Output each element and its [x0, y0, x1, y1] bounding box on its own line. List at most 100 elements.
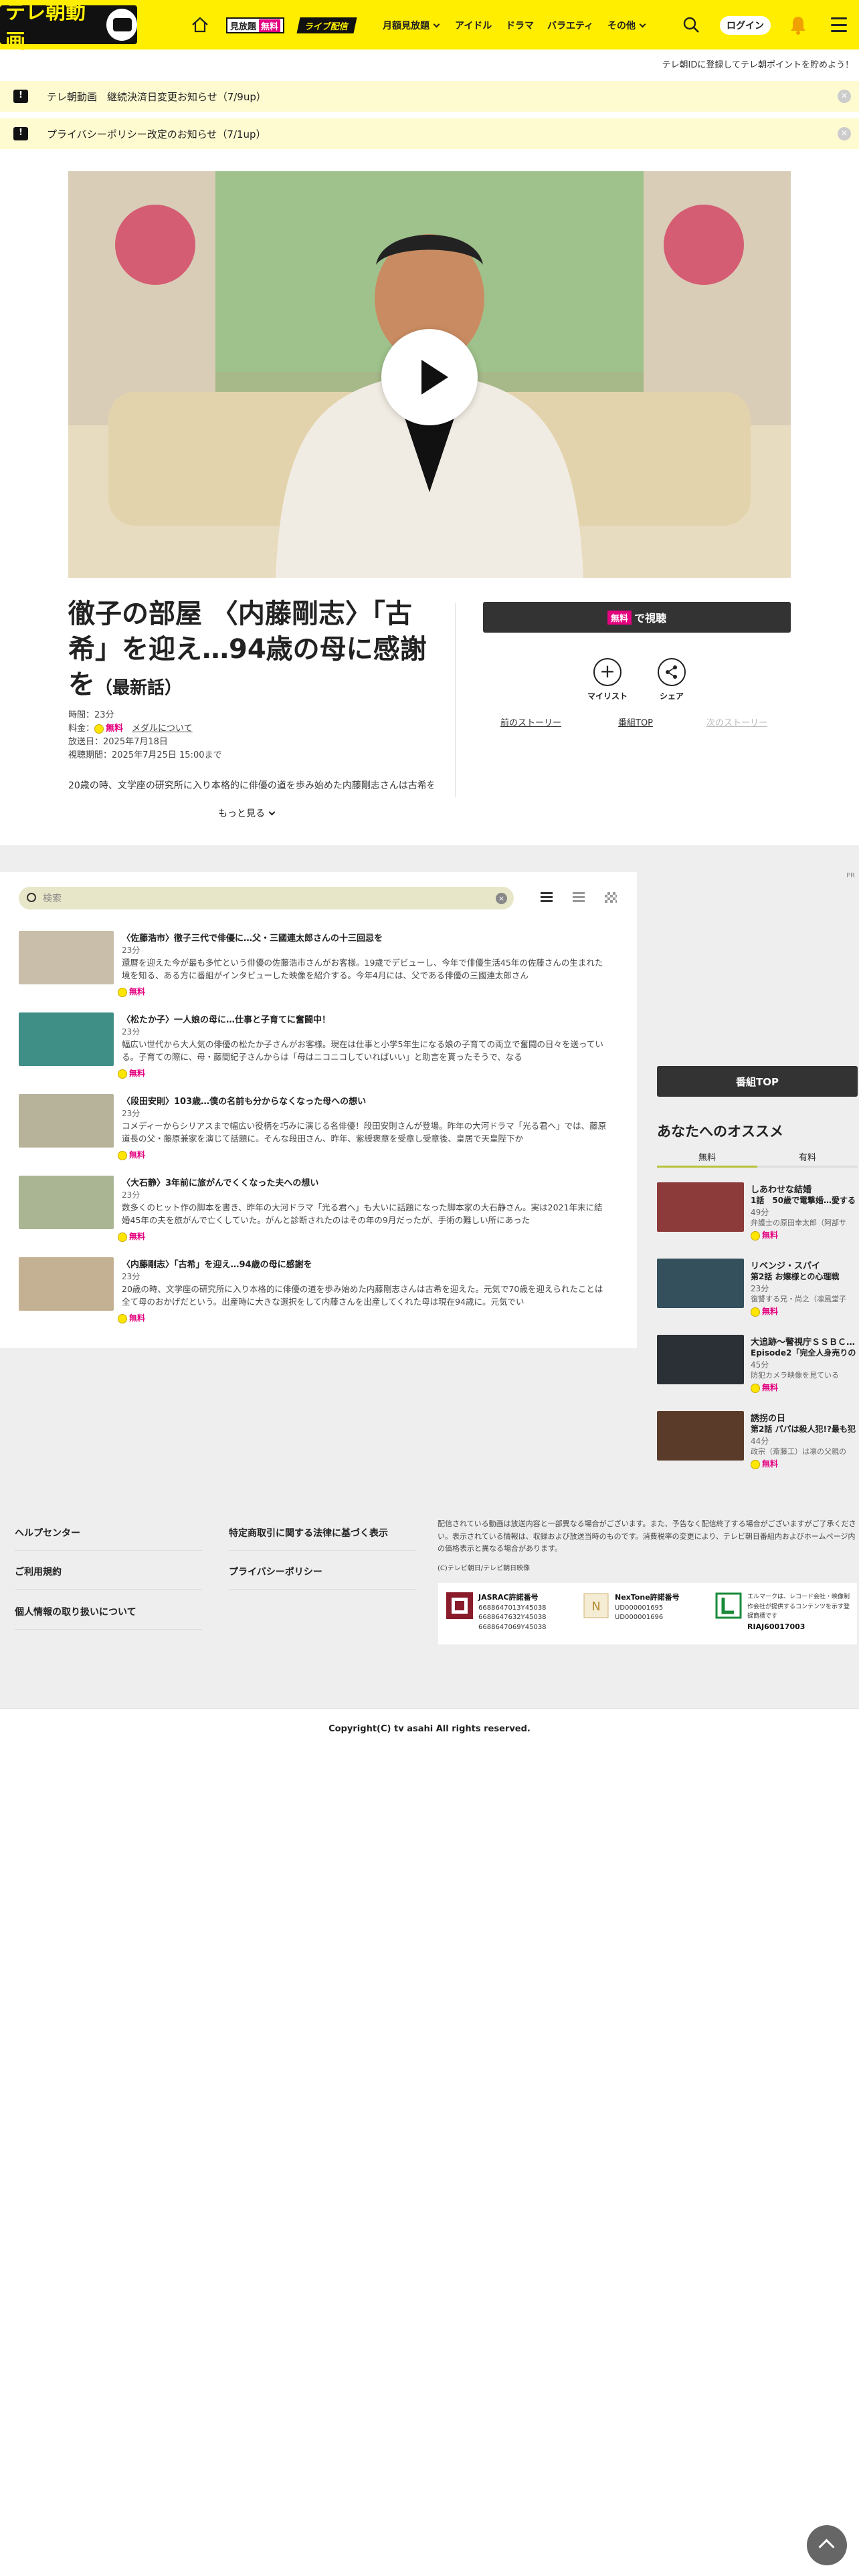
viewing-period: 視聴期間：2025年7月25日 15:00まで [68, 750, 222, 760]
price-tag: 無料 [118, 1149, 145, 1160]
promo-text[interactable]: テレ朝IDに登録してテレ朝ポイントを貯めよう！ [662, 58, 854, 70]
live-button[interactable]: ライブ配信 [296, 17, 357, 33]
coin-icon [118, 987, 127, 997]
clear-icon[interactable]: × [496, 893, 507, 904]
menu-icon[interactable] [831, 17, 847, 32]
episode-thumbnail [19, 1012, 114, 1066]
detail-view-icon[interactable] [573, 892, 585, 903]
mitehodai-button[interactable]: 見放題 無料 [226, 17, 285, 33]
price-row: 料金： 無料 メダルについて [68, 724, 193, 734]
svg-text:N: N [591, 1600, 600, 1614]
recommend-tabs: 無料 有料 [657, 1145, 858, 1168]
episode-item-desc: 幅広い世代から大人気の俳優の松たか子さんがお客様。現在は仕事と小学5年生になる娘… [122, 1039, 603, 1063]
footer-link-tokusho[interactable]: 特定商取引に関する法律に基づく表示 [229, 1526, 388, 1539]
nav-other[interactable]: その他 [607, 19, 646, 32]
divider [15, 1589, 202, 1590]
footer-link-privacy-policy[interactable]: プライバシーポリシー [229, 1565, 322, 1578]
coin-icon [751, 1459, 760, 1469]
episode-item-desc: 20歳の時、文学座の研究所に入り本格的に俳優の道を歩み始めた内藤剛志さんは古希を… [122, 1284, 603, 1307]
footer-link-privacy-handling[interactable]: 個人情報の取り扱いについて [15, 1605, 136, 1618]
site-header: テレ朝動画 見放題 無料 ライブ配信 月額見放題 アイドル ドラマ バラエティ そ… [0, 0, 859, 53]
list-item[interactable]: 〈内藤剛志〉「古希」を迎え…94歳の母に感謝を 23分 20歳の時、文学座の研究所に… [19, 1257, 621, 1324]
logo-text: テレ朝動画 [5, 1, 86, 53]
close-icon[interactable]: × [838, 90, 851, 103]
plus-icon: + [593, 658, 622, 686]
notice-text: テレ朝動画 継続決済日変更お知らせ（7/9up） [47, 90, 266, 103]
coin-icon [118, 1313, 127, 1323]
recommend-item[interactable]: 誘拐の日 第2話 パパは殺人犯!?最も犯 44分 政宗（斎藤工）は凛の父親の 無料 [657, 1411, 858, 1471]
episode-item-title: 〈佐藤浩市〉徹子三代で俳優に…父・三國連太郎さんの十三回忌を [122, 934, 383, 944]
episode-item-title: 〈内藤剛志〉「古希」を迎え…94歳の母に感謝を [122, 1260, 312, 1270]
air-date: 放送日：2025年7月18日 [68, 737, 168, 747]
program-top-button[interactable]: 番組TOP [657, 1066, 858, 1097]
list-view-icon[interactable] [541, 892, 553, 903]
nextone-title: NexTone許諾番号 [615, 1593, 680, 1602]
watch-button[interactable]: 無料 で視聴 [483, 602, 791, 633]
recommend-title: あなたへのオススメ [657, 1123, 783, 1140]
bell-icon[interactable] [789, 15, 807, 35]
episode-item-desc: 数多くのヒット作の脚本を書き、昨年の大河ドラマ「光る君へ」も大いに話題になった脚… [122, 1202, 603, 1226]
share-button[interactable]: シェア [652, 658, 692, 702]
scroll-top-button[interactable] [807, 2525, 847, 2565]
divider [229, 1589, 416, 1590]
program-top-link[interactable]: 番組TOP [618, 716, 653, 728]
episode-list: 検索 × 〈佐藤浩市〉徹子三代で俳優に…父・三國連太郎さんの十三回忌を 23分還暦を… [0, 872, 637, 1348]
nav-monthly[interactable]: 月額見放題 [383, 19, 440, 32]
divider [455, 603, 456, 797]
nav-drama[interactable]: ドラマ [506, 19, 534, 32]
footer-link-terms[interactable]: ご利用規約 [15, 1565, 62, 1578]
chevron-down-icon [433, 21, 440, 27]
recommend-item[interactable]: 大追跡～警視庁ＳＳＢＣ… Episode2「完全人身売りの 45分 防犯カメラ映像を見… [657, 1335, 858, 1395]
recommend-thumbnail [657, 1259, 744, 1308]
nav-idol[interactable]: アイドル [455, 19, 492, 32]
list-item[interactable]: 〈大石静〉3年前に旅がんでくくなった夫への想い 23分 数多くのヒット作の脚本を書き… [19, 1176, 621, 1243]
close-icon[interactable]: × [838, 127, 851, 140]
price-tag: 無料 [751, 1382, 778, 1393]
episode-item-desc: コメディーからシリアスまで幅広い役柄を巧みに演じる名俳優！段田安則さんが登場。昨… [122, 1121, 607, 1144]
coin-icon [118, 1069, 127, 1079]
list-item[interactable]: 〈松たか子〉一人娘の母に…仕事と子育てに奮闘中！ 23分 幅広い世代から大人気の俳優… [19, 1012, 621, 1079]
search-icon [27, 893, 36, 902]
show-more-button[interactable]: もっと見る [218, 807, 276, 820]
episode-item-title: 〈松たか子〉一人娘の母に…仕事と子育てに奮闘中！ [122, 1015, 331, 1025]
login-button[interactable]: ログイン [720, 16, 771, 35]
recommend-item[interactable]: しあわせな結婚 1話 50歳で電撃婚…愛する 49分 弁護士の原田幸太郎（阿部サ 無料 [657, 1182, 858, 1243]
video-player[interactable] [68, 171, 791, 578]
coin-icon [118, 1150, 127, 1160]
medal-link[interactable]: メダルについて [132, 724, 193, 734]
home-icon[interactable] [190, 15, 210, 35]
notice-bar[interactable]: プライバシーポリシー改定のお知らせ（7/1up） × [0, 118, 859, 149]
price-tag: 無料 [751, 1305, 778, 1317]
recommend-item[interactable]: リベンジ・スパイ 第2話 お嬢様との心理戦 23分 復讐する兄・尚之（凛風堂子 無料 [657, 1259, 858, 1319]
price-tag: 無料 [118, 1230, 145, 1242]
mylist-button[interactable]: + マイリスト [587, 658, 628, 702]
price-tag: 無料 [751, 1229, 778, 1241]
price-tag: 無料 [118, 1067, 145, 1079]
episode-item-desc: 還暦を迎えた今が最も多忙という俳優の佐藤浩市さんがお客様。19歳でデビューし、今… [122, 958, 603, 981]
notice-bar[interactable]: テレ朝動画 継続決済日変更お知らせ（7/9up） × [0, 81, 859, 112]
prev-story-link[interactable]: 前のストーリー [500, 716, 561, 728]
episode-item-title: 〈大石静〉3年前に旅がんでくくなった夫への想い [122, 1178, 319, 1188]
episode-item-duration: 23分 [122, 946, 140, 955]
free-badge: 無料 [259, 19, 281, 32]
tab-free[interactable]: 無料 [657, 1145, 757, 1168]
share-icon [658, 658, 686, 686]
nextone-logo-icon: N [583, 1593, 609, 1618]
tab-paid[interactable]: 有料 [757, 1145, 858, 1168]
site-logo[interactable]: テレ朝動画 [0, 1, 137, 53]
play-button[interactable] [381, 329, 478, 425]
grid-view-icon[interactable] [605, 892, 617, 903]
footer-link-help[interactable]: ヘルプセンター [15, 1526, 80, 1539]
list-item[interactable]: 〈佐藤浩市〉徹子三代で俳優に…父・三國連太郎さんの十三回忌を 23分還暦を迎えた今… [19, 931, 621, 998]
recommend-thumbnail [657, 1411, 744, 1461]
episode-item-title: 〈段田安則〉103歳…僕の名前も分からなくなった母への想い [122, 1097, 367, 1107]
search-input[interactable]: 検索 × [19, 887, 514, 909]
search-icon[interactable] [681, 15, 701, 35]
episode-thumbnail [19, 1257, 114, 1311]
nav-variety[interactable]: バラエティ [547, 19, 593, 32]
chevron-down-icon [268, 809, 276, 815]
notice-icon [13, 90, 28, 103]
divider [15, 1550, 202, 1551]
list-item[interactable]: 〈段田安則〉103歳…僕の名前も分からなくなった母への想い 23分 コメディーからシ… [19, 1094, 621, 1161]
coin-icon [118, 1232, 127, 1242]
